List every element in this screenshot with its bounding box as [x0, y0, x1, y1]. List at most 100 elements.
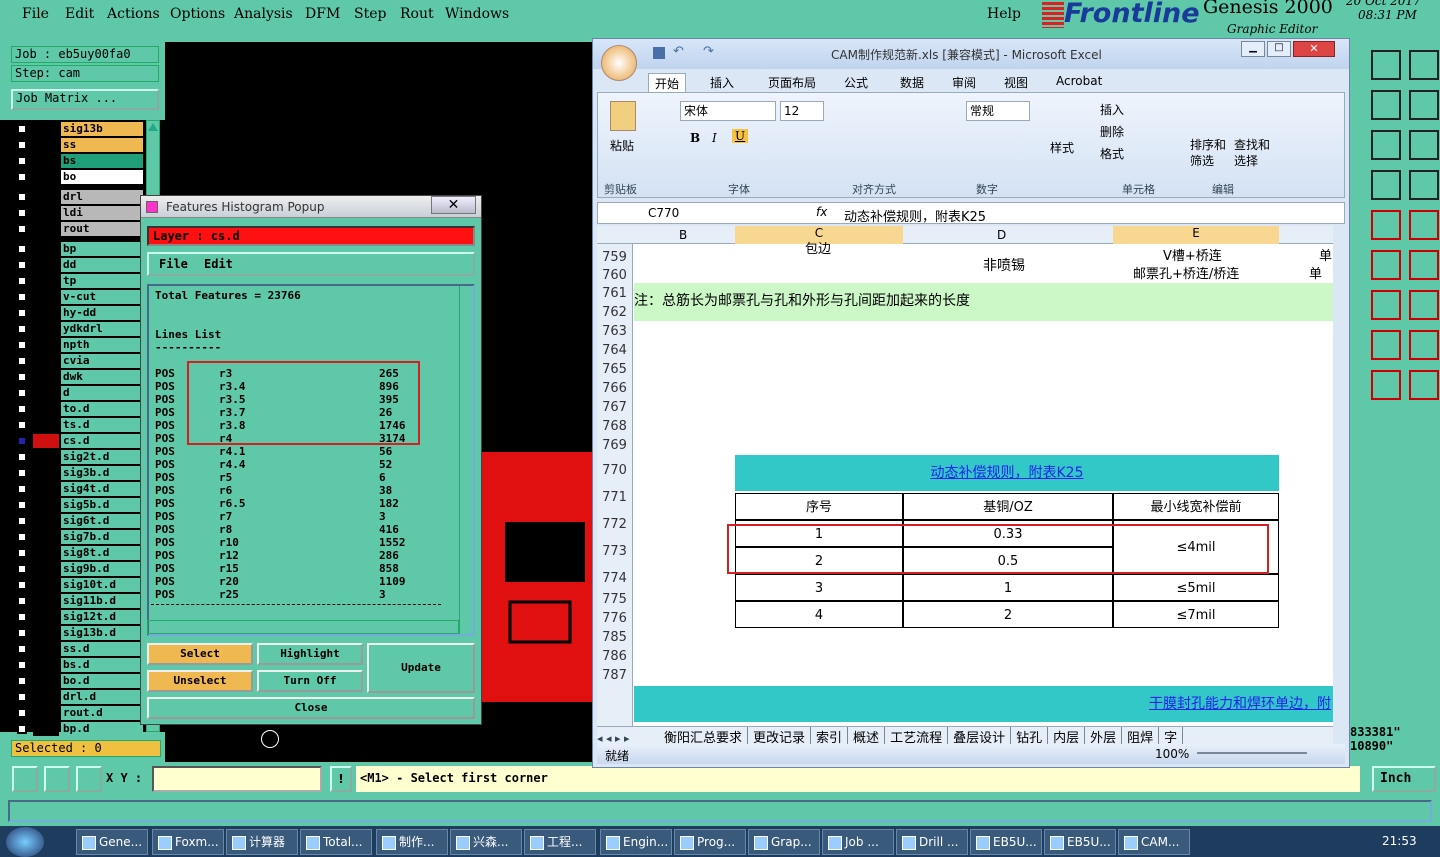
layer-name[interactable]: to.d — [61, 402, 143, 416]
layer-checkbox[interactable] — [17, 276, 27, 286]
one-to-two-icon[interactable] — [1409, 90, 1439, 120]
ribbon-tab[interactable]: Acrobat — [1050, 73, 1108, 89]
layer-name[interactable]: sig7b.d — [61, 530, 143, 544]
layer-row[interactable]: ldi — [13, 206, 143, 220]
cell-d760[interactable]: 非喷锡 — [983, 255, 1025, 275]
line-icon[interactable] — [1409, 210, 1439, 240]
rotate-icon[interactable] — [1409, 250, 1439, 280]
layer-checkbox[interactable] — [17, 708, 27, 718]
sort-filter-button[interactable]: 排序和筛选 — [1190, 137, 1230, 169]
layer-checkbox[interactable] — [17, 124, 27, 134]
start-button-icon[interactable] — [6, 827, 44, 857]
list-scrollbar[interactable] — [459, 286, 473, 634]
table-header-cell[interactable]: 最小线宽补偿前 — [1113, 493, 1279, 520]
col-b[interactable]: B — [679, 228, 687, 242]
layer-name[interactable]: sig9b.d — [61, 562, 143, 576]
layer-checkbox[interactable] — [17, 372, 27, 382]
layer-name[interactable]: ss — [61, 138, 143, 152]
highlight-button[interactable]: Highlight — [257, 643, 363, 665]
layer-affected-toggle[interactable] — [33, 258, 59, 272]
save-icon[interactable] — [653, 47, 665, 59]
layer-affected-toggle[interactable] — [33, 722, 59, 736]
layer-name[interactable]: tp — [61, 274, 143, 288]
layer-affected-toggle[interactable] — [33, 530, 59, 544]
layer-checkbox[interactable] — [17, 324, 27, 334]
layer-checkbox[interactable] — [17, 628, 27, 638]
sheet-tab[interactable]: 阻焊 — [1122, 727, 1160, 744]
sheet-tab[interactable]: 钻孔 — [1011, 727, 1049, 744]
layer-affected-toggle[interactable] — [33, 354, 59, 368]
ribbon-tab[interactable]: 开始 — [648, 73, 687, 93]
layer-name[interactable]: drl.d — [61, 690, 143, 704]
table-header-cell[interactable]: 序号 — [735, 493, 903, 520]
layer-row[interactable]: sig7b.d — [13, 530, 143, 544]
table-title[interactable]: 动态补偿规则，附表K25 — [735, 455, 1279, 491]
row-header[interactable]: 776 — [597, 605, 632, 626]
copy-icon[interactable] — [1409, 330, 1439, 360]
layer-row[interactable]: hy-dd — [13, 306, 143, 320]
layer-name[interactable]: drl — [61, 190, 143, 204]
scroll-up-icon[interactable] — [148, 123, 158, 131]
row-header[interactable]: 759 — [597, 244, 632, 265]
layer-row[interactable]: dwk — [13, 370, 143, 384]
row-header[interactable]: 775 — [597, 586, 632, 607]
number-format-select[interactable]: 常规 — [966, 101, 1030, 121]
layer-affected-toggle[interactable] — [33, 642, 59, 656]
layer-row[interactable]: sig13b — [13, 122, 143, 136]
layer-affected-toggle[interactable] — [33, 418, 59, 432]
home-icon[interactable] — [1371, 50, 1401, 80]
col-e[interactable]: E — [1113, 226, 1279, 244]
layer-row[interactable]: bo — [13, 170, 143, 184]
layer-affected-toggle[interactable] — [33, 222, 59, 236]
layer-affected-toggle[interactable] — [33, 290, 59, 304]
layer-name[interactable]: cvia — [61, 354, 143, 368]
layer-affected-toggle[interactable] — [33, 154, 59, 168]
row-header[interactable]: 763 — [597, 318, 632, 339]
histogram-row[interactable]: POS r8 416 — [155, 523, 445, 536]
menu-dfm[interactable]: DFM — [305, 6, 340, 22]
layer-name[interactable]: sig2t.d — [61, 450, 143, 464]
row-header[interactable]: 761 — [597, 280, 632, 301]
help-icon[interactable] — [1371, 130, 1401, 160]
layer-row[interactable]: sig5b.d — [13, 498, 143, 512]
layer-checkbox[interactable] — [17, 140, 27, 150]
office-button-icon[interactable] — [601, 45, 637, 81]
layer-checkbox[interactable] — [17, 224, 27, 234]
layer-name[interactable]: sig3b.d — [61, 466, 143, 480]
layer-row[interactable]: bs — [13, 154, 143, 168]
menu-help[interactable]: Help — [987, 6, 1021, 22]
layer-name[interactable]: v-cut — [61, 290, 143, 304]
layer-name[interactable]: sig5b.d — [61, 498, 143, 512]
layer-checkbox[interactable] — [17, 692, 27, 702]
layer-affected-toggle[interactable] — [33, 690, 59, 704]
popup-menu-edit[interactable]: Edit — [204, 257, 233, 271]
layer-row[interactable]: sig13b.d — [13, 626, 143, 640]
layer-row[interactable]: sig9b.d — [13, 562, 143, 576]
histogram-list[interactable]: Total Features = 23766 Lines List ------… — [147, 284, 475, 636]
styles-button[interactable]: 样式 — [1050, 139, 1074, 156]
layer-checkbox[interactable] — [17, 532, 27, 542]
layer-row[interactable]: sig3b.d — [13, 466, 143, 480]
table-cell[interactable]: 3 — [735, 574, 903, 601]
circle-icon[interactable] — [1371, 210, 1401, 240]
layer-name[interactable]: hy-dd — [61, 306, 143, 320]
layer-name[interactable]: bp — [61, 242, 143, 256]
layer-row[interactable]: dd — [13, 258, 143, 272]
row-header[interactable]: 772 — [597, 505, 632, 532]
row-header[interactable]: 785 — [597, 624, 632, 645]
layer-checkbox[interactable] — [17, 308, 27, 318]
ribbon-tab[interactable]: 审阅 — [946, 73, 982, 92]
layer-name[interactable]: sig8t.d — [61, 546, 143, 560]
excel-close-icon[interactable]: ✕ — [1293, 41, 1335, 57]
histogram-row[interactable]: POS r12 286 — [155, 549, 445, 562]
layer-checkbox[interactable] — [17, 484, 27, 494]
table-cell[interactable]: 2 — [903, 601, 1113, 628]
layer-affected-toggle[interactable] — [33, 514, 59, 528]
layer-checkbox[interactable] — [17, 676, 27, 686]
layer-name[interactable]: bo.d — [61, 674, 143, 688]
layers-icon[interactable] — [1409, 130, 1439, 160]
menu-options[interactable]: Options — [170, 6, 225, 22]
turn-off-button[interactable]: Turn Off — [257, 670, 363, 692]
row-header[interactable]: 770 — [597, 451, 632, 478]
layer-checkbox[interactable] — [17, 208, 27, 218]
